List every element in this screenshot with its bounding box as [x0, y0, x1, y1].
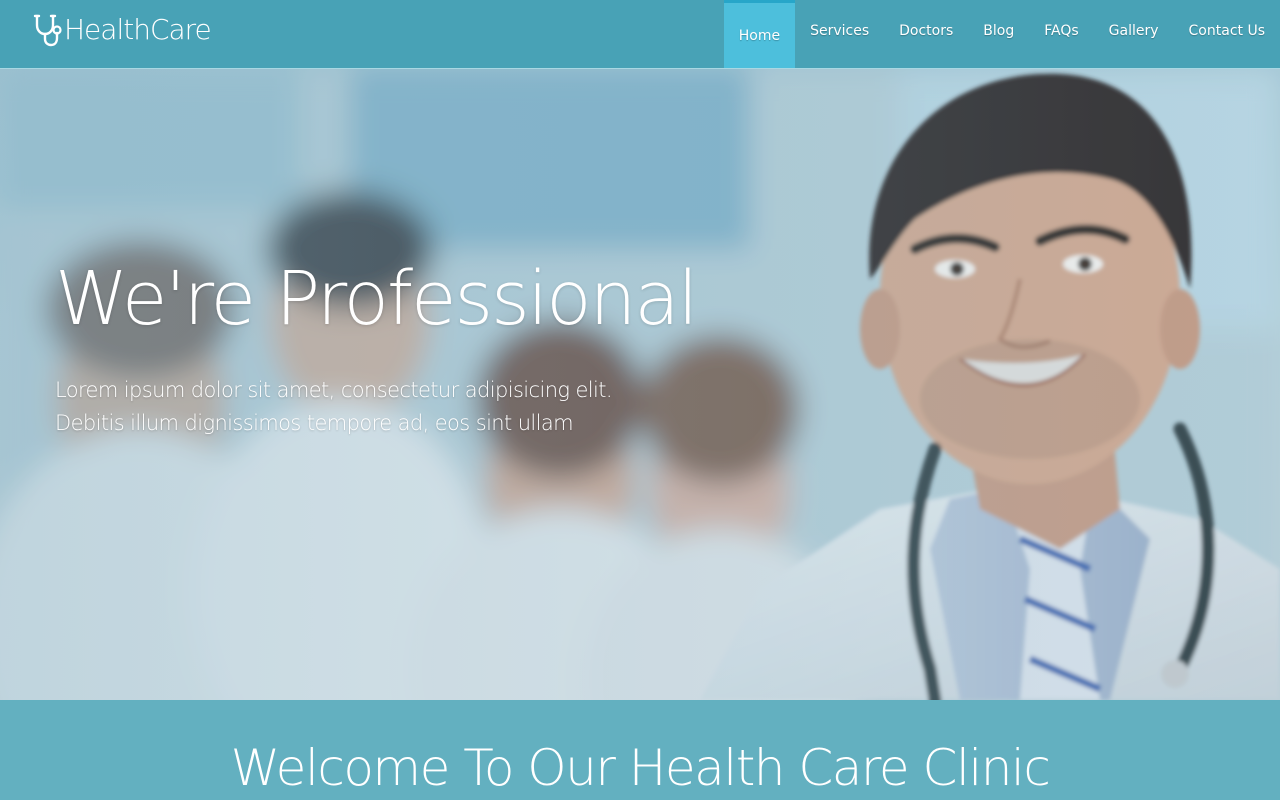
- hero-description: Lorem ipsum dolor sit amet, consectetur …: [55, 378, 613, 435]
- welcome-title: Welcome To Our Health Care Clinic: [230, 739, 1051, 797]
- hero-title: We're Professional: [55, 256, 698, 342]
- nav-item-services[interactable]: Services: [795, 0, 884, 68]
- nav-item-gallery[interactable]: Gallery: [1094, 0, 1174, 68]
- nav-item-blog[interactable]: Blog: [968, 0, 1029, 68]
- brand-logo[interactable]: HealthCare: [33, 13, 212, 47]
- nav-item-home[interactable]: Home: [723, 0, 796, 68]
- nav-item-doctors[interactable]: Doctors: [884, 0, 968, 68]
- nav-item-contact-us[interactable]: Contact Us: [1174, 0, 1280, 68]
- hero-banner: We're Professional Lorem ipsum dolor sit…: [0, 69, 1280, 700]
- nav-item-faqs[interactable]: FAQs: [1029, 0, 1093, 68]
- navbar: HealthCare Home Services Doctors Blog FA…: [0, 0, 1280, 69]
- main-nav: Home Services Doctors Blog FAQs Gallery …: [723, 0, 1280, 68]
- stethoscope-icon: [33, 14, 62, 47]
- welcome-section: Welcome To Our Health Care Clinic: [0, 700, 1280, 800]
- brand-name: HealthCare: [64, 13, 212, 46]
